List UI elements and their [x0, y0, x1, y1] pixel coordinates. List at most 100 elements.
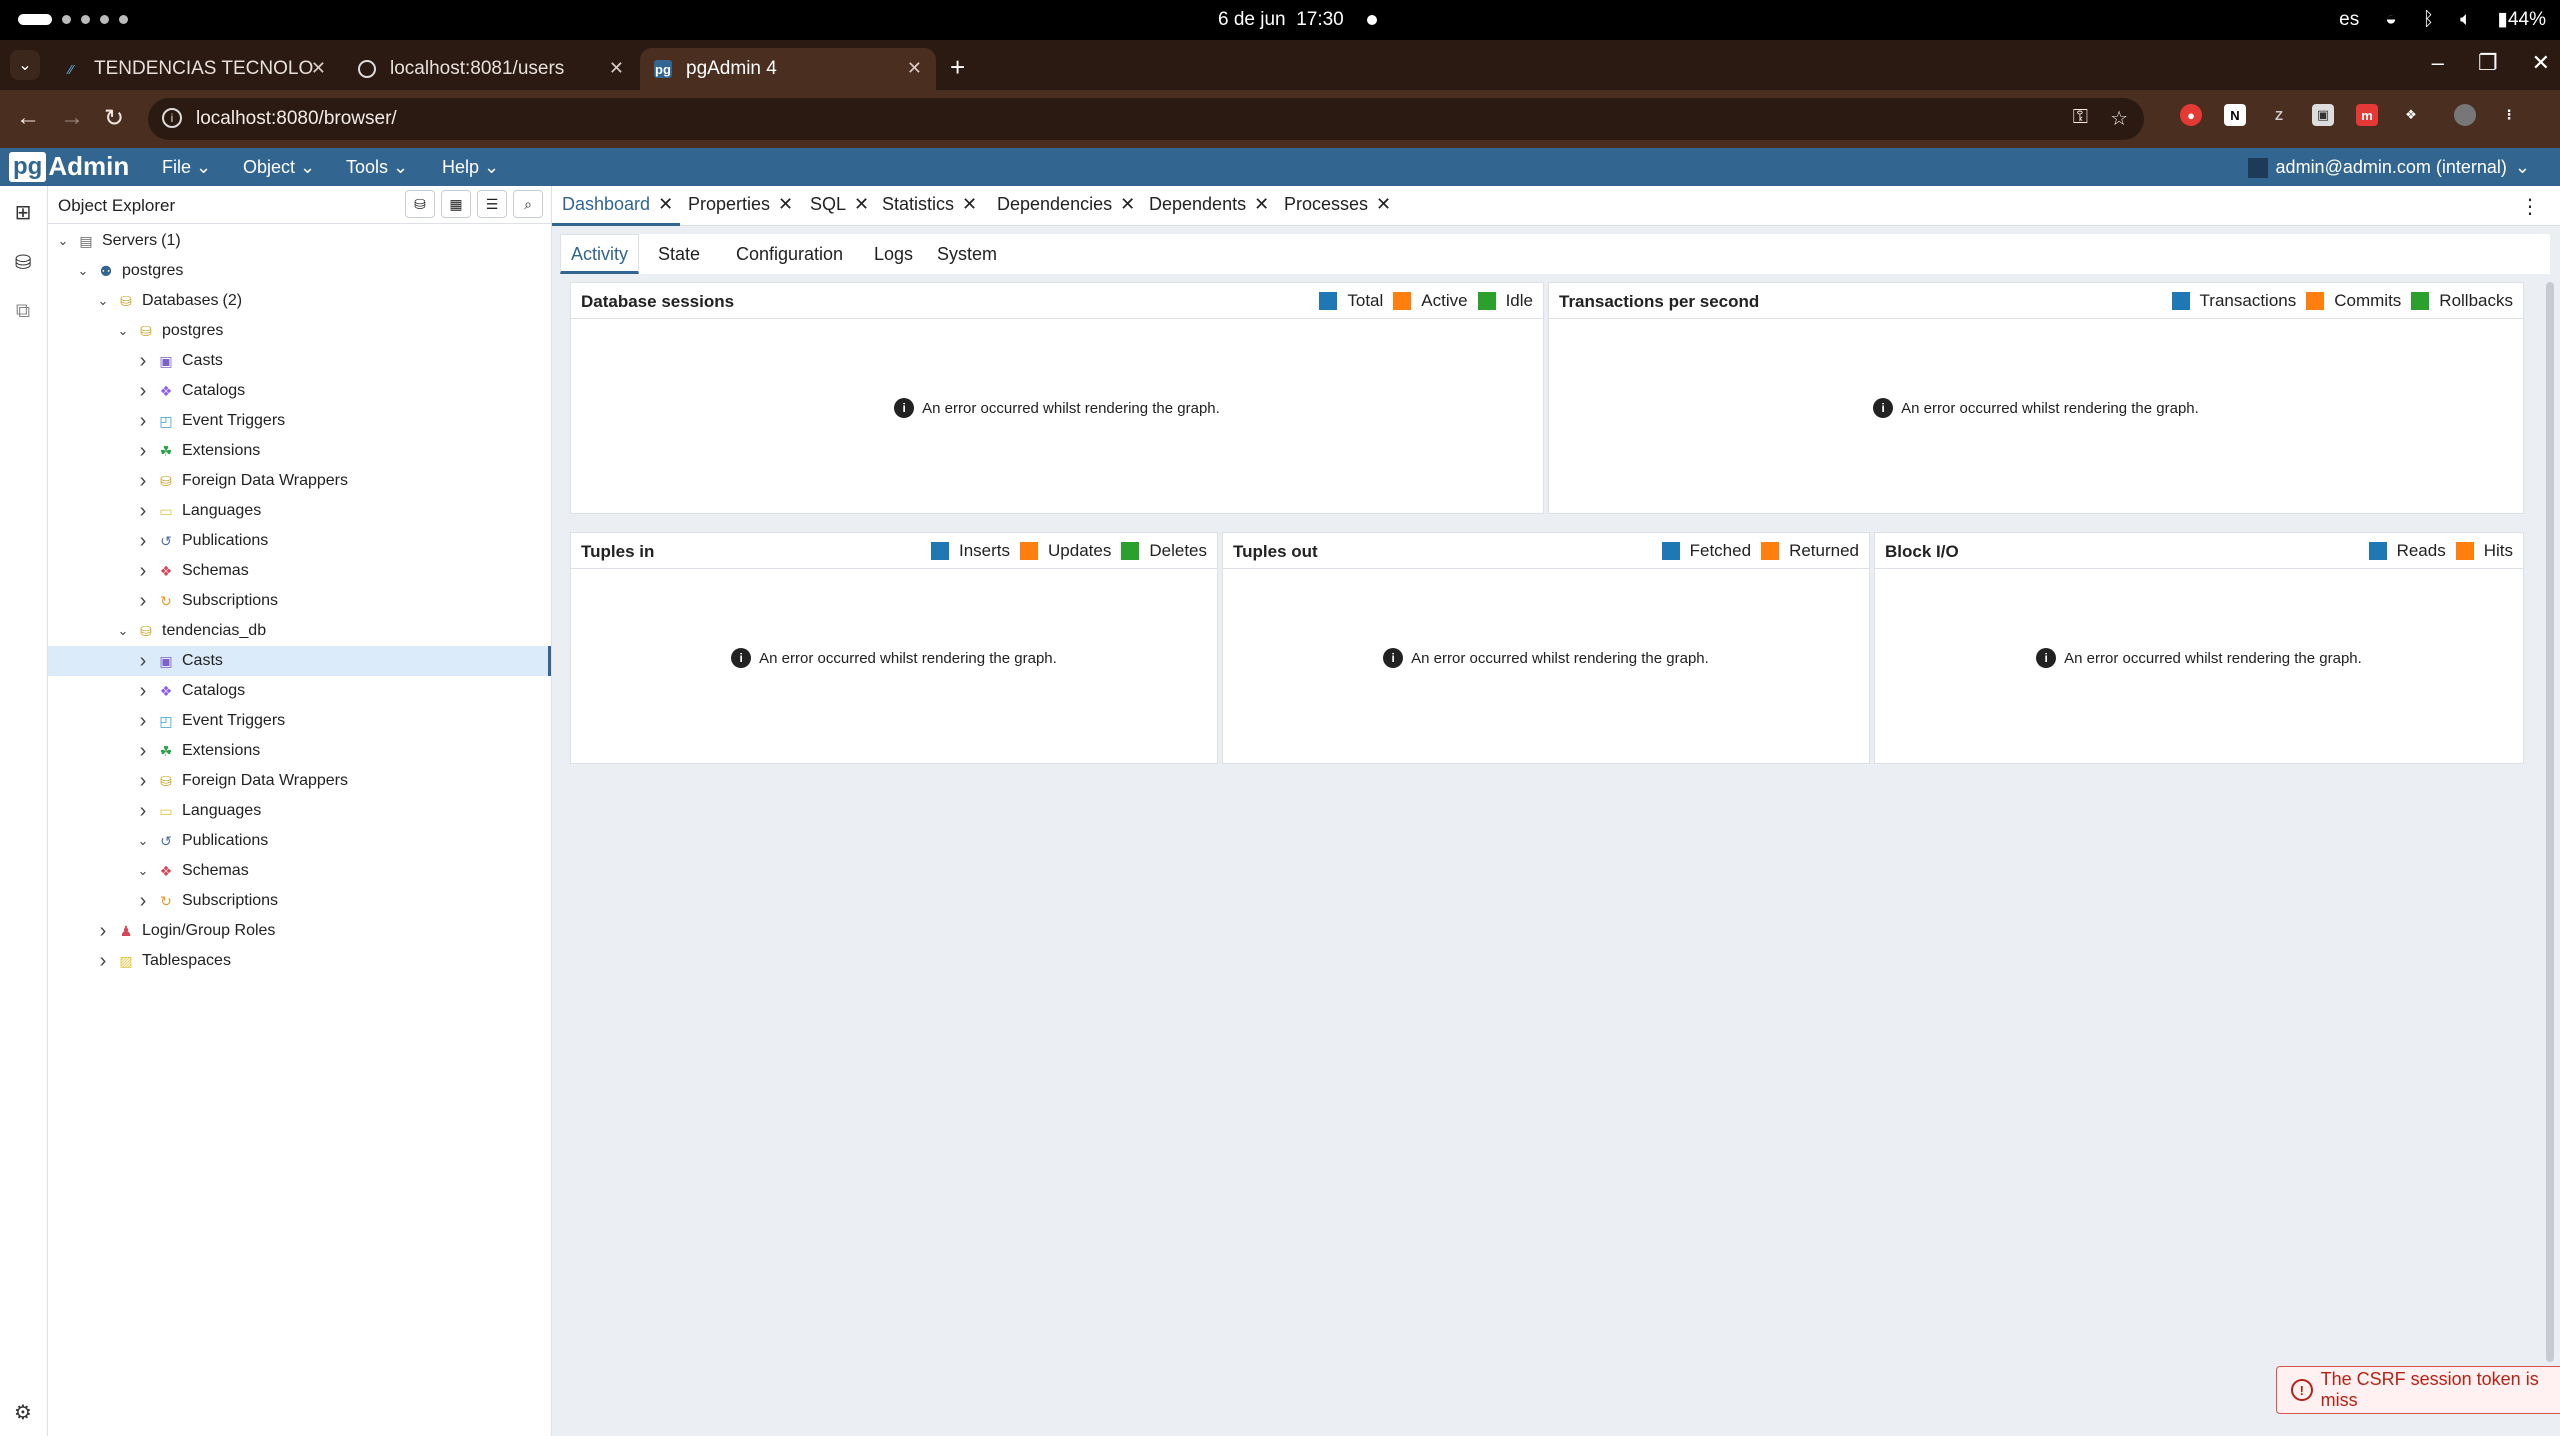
tree-item[interactable]: › ◰ Event Triggers [48, 706, 551, 736]
browser-tab-tendencias[interactable]: ∕∕ TENDENCIAS TECNOLO ✕ [48, 48, 340, 90]
subtab-configuration[interactable]: Configuration [736, 244, 843, 265]
tree-item[interactable]: › ▭ Languages [48, 796, 551, 826]
close-tab-icon[interactable]: ✕ [311, 58, 326, 79]
chevron-right-icon[interactable]: › [134, 560, 152, 583]
workspace-indicator[interactable] [18, 14, 128, 25]
tree-item[interactable]: › ▨ Tablespaces [48, 946, 551, 976]
chevron-down-icon[interactable]: ⌄ [134, 863, 152, 879]
chevron-right-icon[interactable]: › [134, 530, 152, 553]
tab-dependents[interactable]: Dependents ✕ [1149, 194, 1269, 215]
screenshot-ext-icon[interactable]: ▣ [2312, 104, 2334, 126]
tree-item[interactable]: ⌄ ⛁ Databases (2) [48, 286, 551, 316]
tree-item[interactable]: › ⛁ Foreign Data Wrappers [48, 466, 551, 496]
zotero-icon[interactable]: Z [2268, 104, 2290, 126]
chevron-down-icon[interactable]: ⌄ [114, 623, 132, 639]
chevron-right-icon[interactable]: › [134, 440, 152, 463]
profile-avatar[interactable] [2454, 104, 2476, 126]
chevron-right-icon[interactable]: › [94, 920, 112, 943]
red-ext-icon[interactable]: m [2356, 104, 2378, 126]
tab-properties[interactable]: Properties ✕ [688, 194, 793, 215]
tree-item[interactable]: › ☘ Extensions [48, 436, 551, 466]
chevron-right-icon[interactable]: › [134, 740, 152, 763]
tree-item[interactable]: › ⛁ Foreign Data Wrappers [48, 766, 551, 796]
query-tool-icon[interactable]: ⛁ [10, 250, 36, 276]
dashboard-scrollbar[interactable] [2546, 282, 2554, 1362]
user-menu[interactable]: admin@admin.com (internal) ⌄ [2247, 157, 2530, 178]
wifi-icon[interactable]: ◒ [2385, 9, 2396, 31]
chevron-right-icon[interactable]: › [134, 470, 152, 493]
tree-item[interactable]: ⌄ ❖ Schemas [48, 856, 551, 886]
site-info-icon[interactable]: i [162, 108, 182, 128]
menu-file[interactable]: File ⌄ [162, 157, 211, 178]
view-data-button[interactable]: ▦ [441, 190, 471, 218]
browser-tab-users[interactable]: localhost:8081/users ✕ [344, 48, 638, 90]
browser-menu-icon[interactable]: ⋮ [2498, 104, 2520, 126]
object-explorer-icon[interactable]: ⊞ [10, 200, 36, 226]
chevron-down-icon[interactable]: ⌄ [74, 263, 92, 279]
panel-menu-icon[interactable]: ⋮ [2520, 194, 2540, 219]
tree-item[interactable]: › ♟ Login/Group Roles [48, 916, 551, 946]
tree-item[interactable]: ⌄ ▤ Servers (1) [48, 226, 551, 256]
browser-tab-pgadmin[interactable]: pg pgAdmin 4 ✕ [640, 48, 936, 90]
tab-dependencies[interactable]: Dependencies ✕ [997, 194, 1135, 215]
subtab-state[interactable]: State [658, 244, 700, 265]
tree-item[interactable]: › ↻ Subscriptions [48, 586, 551, 616]
battery-indicator[interactable]: ▮44% [2498, 8, 2547, 31]
chevron-down-icon[interactable]: ⌄ [114, 323, 132, 339]
tree-item[interactable]: ⌄ ⛁ tendencias_db [48, 616, 551, 646]
chevron-right-icon[interactable]: › [134, 890, 152, 913]
chevron-down-icon[interactable]: ⌄ [94, 293, 112, 309]
schema-diff-icon[interactable]: ⧉ [10, 300, 36, 326]
tab-sql[interactable]: SQL ✕ [810, 194, 869, 215]
csrf-error-toast[interactable]: ! The CSRF session token is miss [2276, 1366, 2560, 1414]
filter-rows-button[interactable]: ☰ [477, 190, 507, 218]
close-window-icon[interactable]: ✕ [2532, 50, 2550, 76]
tab-processes[interactable]: Processes ✕ [1284, 194, 1391, 215]
chevron-right-icon[interactable]: › [134, 410, 152, 433]
settings-gear-icon[interactable]: ⚙ [10, 1400, 36, 1426]
chevron-right-icon[interactable]: › [134, 800, 152, 823]
chevron-right-icon[interactable]: › [134, 500, 152, 523]
tree-item[interactable]: › ❖ Schemas [48, 556, 551, 586]
minimize-icon[interactable]: – [2432, 50, 2444, 76]
os-clock[interactable]: 6 de jun 17:30 [1218, 9, 1344, 31]
tab-dashboard[interactable]: Dashboard ✕ [562, 194, 673, 215]
tree-item[interactable]: › ▣ Casts [48, 646, 551, 676]
chevron-right-icon[interactable]: › [134, 680, 152, 703]
password-key-icon[interactable]: ⚿ [2073, 106, 2088, 129]
forward-button[interactable]: → [60, 104, 84, 132]
close-tab-icon[interactable]: ✕ [609, 58, 624, 79]
menu-tools[interactable]: Tools ⌄ [346, 157, 408, 178]
chevron-right-icon[interactable]: › [134, 350, 152, 373]
chevron-right-icon[interactable]: › [134, 770, 152, 793]
tree-item[interactable]: › ▣ Casts [48, 346, 551, 376]
extensions-puzzle-icon[interactable]: ❖ [2400, 104, 2422, 126]
chevron-right-icon[interactable]: › [94, 950, 112, 973]
tab-statistics[interactable]: Statistics ✕ [882, 194, 977, 215]
chevron-right-icon[interactable]: › [134, 710, 152, 733]
reload-button[interactable]: ↻ [104, 104, 124, 133]
tree-item[interactable]: › ☘ Extensions [48, 736, 551, 766]
restore-icon[interactable]: ❐ [2478, 50, 2498, 76]
tree-item[interactable]: › ▭ Languages [48, 496, 551, 526]
new-tab-button[interactable]: + [950, 52, 965, 83]
bluetooth-icon[interactable]: ᛒ [2423, 9, 2434, 31]
chevron-right-icon[interactable]: › [134, 590, 152, 613]
query-tool-button[interactable]: ⛁ [405, 190, 435, 218]
tree-item[interactable]: ⌄ ⛁ postgres [48, 316, 551, 346]
chevron-right-icon[interactable]: › [134, 380, 152, 403]
tree-item[interactable]: › ↺ Publications [48, 526, 551, 556]
search-objects-button[interactable]: ⌕ [513, 190, 543, 218]
keyboard-language[interactable]: es [2339, 9, 2359, 31]
tree-item[interactable]: ⌄ ↺ Publications [48, 826, 551, 856]
tree-item[interactable]: › ❖ Catalogs [48, 676, 551, 706]
bookmark-star-icon[interactable]: ☆ [2110, 106, 2128, 131]
subtab-logs[interactable]: Logs [874, 244, 913, 265]
notion-icon[interactable]: N [2224, 104, 2246, 126]
tab-search-button[interactable]: ⌄ [10, 50, 40, 80]
menu-object[interactable]: Object ⌄ [243, 157, 315, 178]
tree-item[interactable]: › ❖ Catalogs [48, 376, 551, 406]
chevron-down-icon[interactable]: ⌄ [54, 233, 72, 249]
chevron-down-icon[interactable]: ⌄ [134, 833, 152, 849]
chevron-right-icon[interactable]: › [134, 650, 152, 673]
